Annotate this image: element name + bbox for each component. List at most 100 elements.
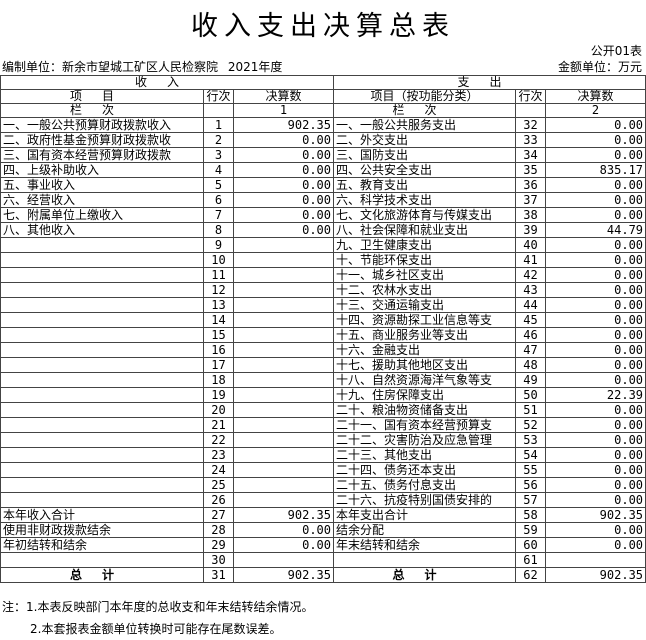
income-amount-cell (232, 387, 335, 403)
expense-amount-cell: 0.00 (545, 252, 646, 268)
table-row: 25 二十五、债务付息支出 56 0.00 (0, 477, 646, 493)
expense-amount-cell: 0.00 (545, 537, 646, 553)
income-amount-cell (232, 237, 335, 253)
expense-item-cell: 七、文化旅游体育与传媒支出 (333, 207, 517, 223)
expense-row-no-cell: 40 (515, 237, 547, 253)
income-amount-cell (232, 357, 335, 373)
income-row-no-cell: 10 (203, 252, 234, 268)
expense-row-no-cell: 45 (515, 312, 547, 328)
income-expense-table: 收入 支出 项目 行次 决算数 项目（按功能分类） 行次 决算数 栏次 1 栏次… (0, 75, 646, 583)
expense-item-cell: 一、一般公共服务支出 (333, 117, 517, 133)
form-code: 公开01表 (590, 44, 642, 58)
expense-item-cell: 三、国防支出 (333, 147, 517, 163)
footnotes: 注：1.本表反映部门本年度的总收支和年末结转结余情况。 2.本套报表金额单位转换… (2, 596, 313, 640)
expense-amount-cell: 0.00 (545, 462, 646, 478)
table-row: 本年收入合计 27 902.35 本年支出合计 58 902.35 (0, 507, 646, 523)
income-row-no-cell: 30 (203, 552, 234, 568)
reporting-unit: 编制单位：新余市望城工矿区人民检察院 2021年度 (2, 58, 282, 75)
income-item-cell (0, 312, 204, 328)
income-item-cell: 总计 (0, 567, 204, 583)
expense-amount-cell: 0.00 (545, 147, 646, 163)
expense-row-no-cell: 47 (515, 342, 547, 358)
expense-column-label: 栏次 (333, 103, 517, 118)
income-amount-cell: 0.00 (232, 147, 335, 163)
expense-item-cell: 二十二、灾害防治及应急管理 (333, 432, 517, 448)
footnote-1: 注：1.本表反映部门本年度的总收支和年末结转结余情况。 (2, 600, 314, 614)
income-item-cell: 三、国有资本经营预算财政拨款 (0, 147, 204, 163)
expense-item-cell: 二十三、其他支出 (333, 447, 517, 463)
expense-item-cell: 二、外交支出 (333, 132, 517, 148)
income-row-no-cell: 12 (203, 282, 234, 298)
income-row-no-cell: 8 (203, 222, 234, 238)
expense-column-number: 2 (545, 103, 646, 118)
table-row: 22 二十二、灾害防治及应急管理 53 0.00 (0, 432, 646, 448)
income-amount-cell (232, 402, 335, 418)
income-row-no-cell: 22 (203, 432, 234, 448)
expense-item-cell: 二十、粮油物资储备支出 (333, 402, 517, 418)
expense-amount-cell: 0.00 (545, 132, 646, 148)
expense-item-cell: 十三、交通运输支出 (333, 297, 517, 313)
expense-row-no-cell: 54 (515, 447, 547, 463)
table-row: 13 十三、交通运输支出 44 0.00 (0, 297, 646, 313)
expense-row-no-cell: 55 (515, 462, 547, 478)
income-row-no-cell: 28 (203, 522, 234, 538)
table-row: 使用非财政拨款结余 28 0.00 结余分配 59 0.00 (0, 522, 646, 538)
expense-item-header: 项目（按功能分类） (333, 89, 517, 104)
table-row: 11 十一、城乡社区支出 42 0.00 (0, 267, 646, 283)
expense-row-no-cell: 34 (515, 147, 547, 163)
income-row-no-cell: 16 (203, 342, 234, 358)
income-amount-cell (232, 477, 335, 493)
income-amount-cell: 902.35 (232, 507, 335, 523)
income-item-cell: 四、上级补助收入 (0, 162, 204, 178)
income-item-cell (0, 342, 204, 358)
income-row-no-cell: 2 (203, 132, 234, 148)
income-item-cell (0, 387, 204, 403)
expense-amount-cell: 0.00 (545, 417, 646, 433)
income-amount-cell (232, 447, 335, 463)
income-amount-cell (232, 342, 335, 358)
expense-amount-cell: 0.00 (545, 192, 646, 208)
expense-amount-cell: 835.17 (545, 162, 646, 178)
expense-amount-cell: 902.35 (545, 507, 646, 523)
income-item-cell (0, 417, 204, 433)
table-row: 二、政府性基金预算财政拨款收 2 0.00 二、外交支出 33 0.00 (0, 132, 646, 148)
income-amount-cell (232, 462, 335, 478)
income-amount-cell: 0.00 (232, 222, 335, 238)
income-item-cell (0, 282, 204, 298)
expense-amount-cell: 0.00 (545, 357, 646, 373)
income-row-no-cell: 15 (203, 327, 234, 343)
expense-amount-cell: 0.00 (545, 117, 646, 133)
income-item-cell (0, 297, 204, 313)
expense-row-no-cell: 58 (515, 507, 547, 523)
income-item-cell (0, 327, 204, 343)
income-amount-cell (232, 492, 335, 508)
table-row: 五、事业收入 5 0.00 五、教育支出 36 0.00 (0, 177, 646, 193)
expense-row-no-cell: 32 (515, 117, 547, 133)
income-item-cell (0, 477, 204, 493)
income-amount-cell (232, 297, 335, 313)
income-row-no-cell: 31 (203, 567, 234, 583)
expense-row-no-cell: 41 (515, 252, 547, 268)
income-item-cell (0, 402, 204, 418)
income-amount-cell (232, 417, 335, 433)
table-row: 20 二十、粮油物资储备支出 51 0.00 (0, 402, 646, 418)
income-row-no-cell: 1 (203, 117, 234, 133)
income-amount-cell: 0.00 (232, 132, 335, 148)
table-row: 18 十八、自然资源海洋气象等支 49 0.00 (0, 372, 646, 388)
expense-item-cell: 十七、援助其他地区支出 (333, 357, 517, 373)
expense-amount-cell: 0.00 (545, 342, 646, 358)
expense-item-cell: 二十五、债务付息支出 (333, 477, 517, 493)
table-row: 10 十、节能环保支出 41 0.00 (0, 252, 646, 268)
income-row-no-cell: 21 (203, 417, 234, 433)
expense-item-cell: 九、卫生健康支出 (333, 237, 517, 253)
income-row-no-header: 行次 (203, 89, 234, 104)
income-item-cell (0, 372, 204, 388)
income-item-cell (0, 492, 204, 508)
income-amount-cell: 0.00 (232, 537, 335, 553)
expense-amount-cell: 0.00 (545, 312, 646, 328)
income-item-cell (0, 462, 204, 478)
expense-row-no-cell: 60 (515, 537, 547, 553)
expense-row-no-cell: 48 (515, 357, 547, 373)
expense-row-no-cell: 39 (515, 222, 547, 238)
report-year: 2021年度 (227, 60, 283, 74)
